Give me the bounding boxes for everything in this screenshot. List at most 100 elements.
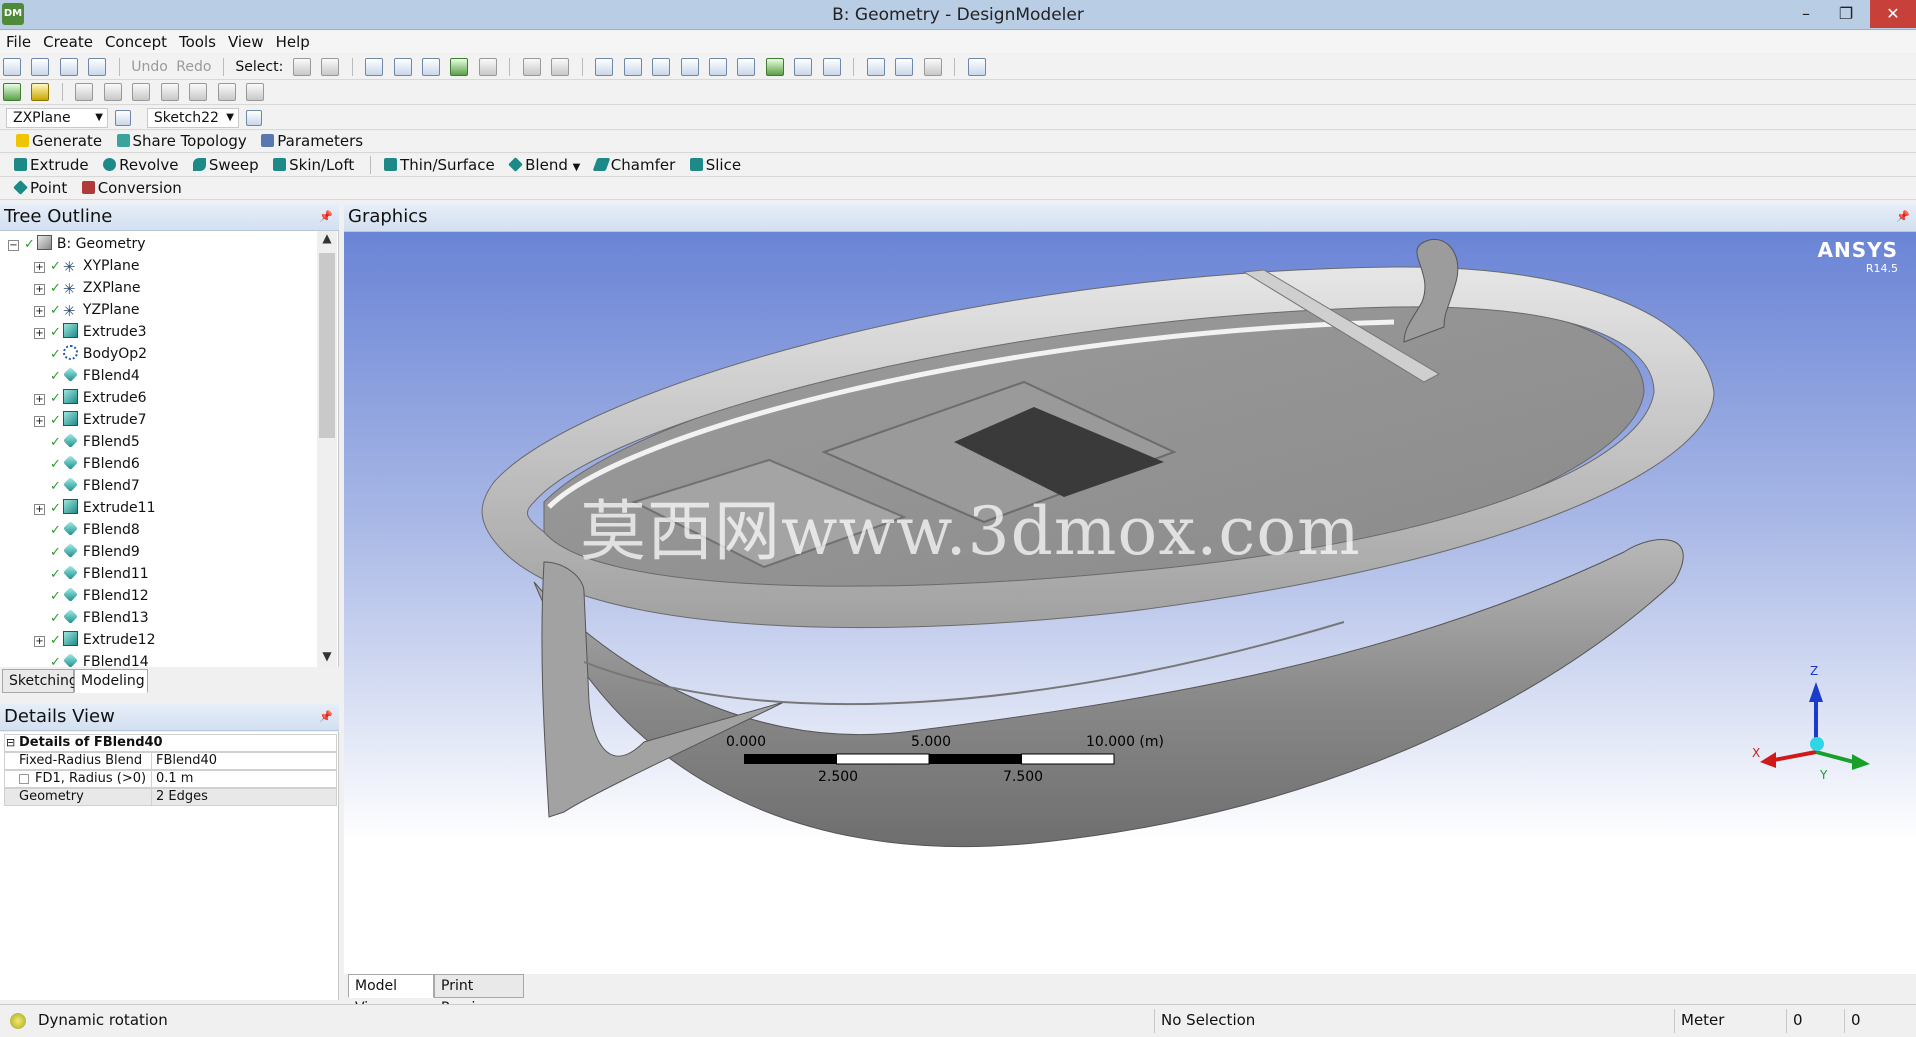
tree-item[interactable]: + ✓ Extrude3 [34, 321, 147, 343]
tree-item[interactable]: + ✓ Extrude6 [34, 387, 147, 409]
select-filter-icon[interactable] [321, 58, 340, 76]
rotate-icon[interactable] [595, 58, 614, 76]
display-model-icon[interactable] [895, 58, 914, 76]
box-select-icon[interactable] [522, 58, 541, 76]
expand-toggle-icon[interactable]: + [34, 262, 45, 273]
tree-item[interactable]: + ✓ ✳ XYPlane [34, 255, 139, 277]
details-row[interactable]: Geometry 2 Edges [4, 788, 337, 806]
tree-item[interactable]: + ✓ ✳ YZPlane [34, 299, 139, 321]
tree-item[interactable]: ✓ BodyOp2 [34, 343, 147, 365]
menu-help[interactable]: Help [270, 31, 316, 51]
tree-item[interactable]: ✓ FBlend4 [34, 365, 140, 387]
tab-modeling[interactable]: Modeling [74, 669, 148, 693]
box-zoom-icon[interactable] [680, 58, 699, 76]
dimension-tool-icon[interactable] [189, 83, 208, 101]
new-file-icon[interactable] [3, 58, 21, 76]
close-button[interactable]: ✕ [1870, 0, 1916, 28]
select-faces-icon[interactable] [422, 58, 440, 76]
details-value[interactable]: 0.1 m [151, 771, 336, 787]
details-row[interactable]: Fixed-Radius Blend FBlend40 [4, 752, 337, 770]
tree-item[interactable]: + ✓ Extrude7 [34, 409, 147, 431]
blend-button[interactable]: Blend ▼ [505, 156, 586, 174]
zoom-out-icon[interactable] [794, 58, 813, 76]
conversion-button[interactable]: Conversion [78, 179, 188, 197]
constraint-tool-icon[interactable] [246, 83, 265, 101]
select-points-icon[interactable] [365, 58, 384, 76]
details-value[interactable]: 2 Edges [151, 789, 336, 805]
display-plane-icon[interactable] [866, 58, 885, 76]
tree-scrollbar[interactable]: ▲ ▼ [317, 231, 337, 667]
edge-tool-icon[interactable] [103, 83, 122, 101]
tree-item[interactable]: ✓ FBlend6 [34, 453, 140, 475]
undo-button[interactable]: Undo [129, 59, 170, 75]
pin-icon[interactable]: 📌 [319, 204, 333, 230]
select-edges-icon[interactable] [393, 58, 412, 76]
save-as-icon[interactable] [59, 58, 78, 76]
expand-toggle-icon[interactable]: + [34, 306, 45, 317]
expand-toggle-icon[interactable]: + [34, 636, 45, 647]
expand-toggle-icon[interactable]: + [34, 284, 45, 295]
parameter-checkbox[interactable] [19, 774, 29, 784]
parameters-button[interactable]: Parameters [257, 132, 369, 150]
point-button[interactable]: Point [10, 179, 73, 197]
generate-button[interactable]: Generate [12, 132, 108, 150]
line-tool-icon[interactable] [75, 83, 94, 101]
tab-model-view[interactable]: Model View [348, 974, 434, 1016]
expand-toggle-icon[interactable]: + [34, 504, 45, 515]
menu-concept[interactable]: Concept [99, 31, 173, 51]
screenshot-icon[interactable] [88, 58, 107, 76]
new-plane-icon[interactable] [115, 110, 132, 126]
menu-view[interactable]: View [222, 31, 270, 51]
slice-button[interactable]: Slice [686, 156, 747, 174]
scrollbar-thumb[interactable] [319, 253, 335, 438]
tab-print-preview[interactable]: Print Preview [434, 974, 524, 1016]
pin-icon[interactable]: 📌 [319, 704, 333, 730]
extend-selection-icon[interactable] [478, 58, 497, 76]
look-at-icon[interactable] [822, 58, 841, 76]
context-help-icon[interactable] [967, 58, 986, 76]
box-select-alt-icon[interactable] [551, 58, 570, 76]
sketch-selector[interactable]: Sketch22 ▼ [146, 108, 239, 128]
zoom-to-fit-icon[interactable] [708, 58, 727, 76]
menu-tools[interactable]: Tools [173, 31, 222, 51]
pan-icon[interactable] [623, 58, 642, 76]
units-status[interactable]: Meter [1674, 1009, 1786, 1033]
pin-tool-icon[interactable] [217, 83, 236, 101]
tree-item[interactable]: ✓ FBlend9 [34, 541, 140, 563]
expand-toggle-icon[interactable]: + [34, 328, 45, 339]
collapse-icon[interactable]: ⊟ [6, 735, 15, 751]
revolve-button[interactable]: Revolve [99, 156, 184, 174]
minimize-button[interactable]: – [1786, 0, 1826, 28]
chamfer-button[interactable]: Chamfer [591, 156, 681, 174]
redo-button[interactable]: Redo [174, 59, 213, 75]
tree-item[interactable]: − ✓ B: Geometry [8, 233, 146, 255]
magnifier-icon[interactable] [737, 58, 756, 76]
extrude-button[interactable]: Extrude [10, 156, 95, 174]
expand-toggle-icon[interactable]: − [8, 240, 19, 251]
thin-surface-button[interactable]: Thin/Surface [380, 156, 501, 174]
tree-item[interactable]: + ✓ Extrude12 [34, 629, 155, 651]
zoom-icon[interactable] [652, 58, 671, 76]
scroll-up-icon[interactable]: ▲ [317, 231, 337, 245]
edge-coloring-icon[interactable] [31, 83, 50, 101]
zoom-in-icon[interactable] [765, 58, 784, 76]
spline-tool-icon[interactable] [160, 83, 179, 101]
select-mode-icon[interactable] [292, 58, 311, 76]
select-bodies-icon[interactable] [450, 58, 469, 76]
tree-item[interactable]: ✓ FBlend14 [34, 651, 149, 667]
skin-loft-button[interactable]: Skin/Loft [269, 156, 360, 174]
tree-item[interactable]: ✓ FBlend5 [34, 431, 140, 453]
boat-model[interactable] [344, 232, 1916, 974]
maximize-button[interactable]: ❐ [1826, 0, 1866, 28]
tree-item[interactable]: ✓ FBlend11 [34, 563, 149, 585]
menu-file[interactable]: File [0, 31, 37, 51]
tree-item[interactable]: ✓ FBlend7 [34, 475, 140, 497]
tree-item[interactable]: + ✓ Extrude11 [34, 497, 155, 519]
details-value[interactable]: FBlend40 [151, 753, 336, 769]
new-sketch-icon[interactable] [246, 110, 263, 126]
details-row[interactable]: FD1, Radius (>0) 0.1 m [4, 770, 337, 788]
display-edges-icon[interactable] [3, 83, 21, 101]
expand-toggle-icon[interactable]: + [34, 416, 45, 427]
share-topology-button[interactable]: Share Topology [113, 132, 253, 150]
pin-icon[interactable]: 📌 [1896, 204, 1910, 230]
